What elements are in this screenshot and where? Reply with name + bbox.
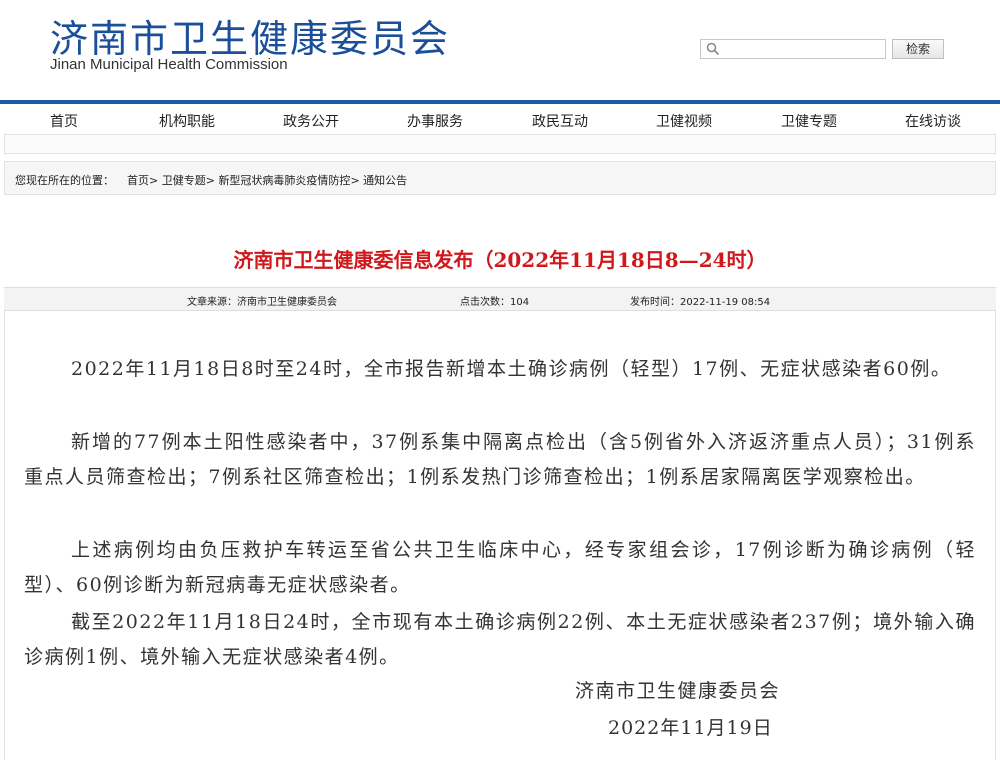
- article-time-value: 2022-11-19 08:54: [680, 297, 771, 308]
- main-nav: 首页 机构职能 政务公开 办事服务 政民互动 卫健视频 卫健专题 在线访谈: [0, 104, 1000, 134]
- sub-nav-bar: [4, 134, 996, 154]
- search-icon: [706, 42, 720, 56]
- article-time-label: 发布时间：: [630, 297, 680, 308]
- breadcrumb-item-notices[interactable]: 通知公告: [363, 174, 407, 187]
- breadcrumb-separator: >: [205, 174, 215, 187]
- breadcrumb-item-home[interactable]: 首页: [127, 174, 149, 187]
- nav-item-interaction[interactable]: 政民互动: [532, 111, 588, 131]
- article-time: 发布时间：2022-11-19 08:54: [630, 293, 770, 308]
- nav-item-functions[interactable]: 机构职能: [159, 111, 215, 131]
- breadcrumb-separator: >: [350, 174, 360, 187]
- search-input[interactable]: [700, 39, 886, 59]
- article-title: 济南市卫生健康委信息发布（2022年11月18日8—24时）: [233, 248, 767, 272]
- site-subtitle: Jinan Municipal Health Commission: [50, 56, 288, 73]
- nav-item-interviews[interactable]: 在线访谈: [905, 111, 961, 131]
- article-clicks-value: 104: [510, 297, 530, 308]
- signature-org: 济南市卫生健康委员会: [575, 680, 781, 702]
- article-clicks: 点击次数：104: [460, 293, 529, 308]
- article-source-label: 文章来源：: [187, 297, 237, 308]
- search-button[interactable]: 检索: [892, 39, 944, 59]
- site-header: 济南市卫生健康委员会 Jinan Municipal Health Commis…: [0, 0, 1000, 100]
- breadcrumb: 您现在所在的位置： 首页> 卫健专题> 新型冠状病毒肺炎疫情防控> 通知公告: [4, 161, 996, 195]
- site-title[interactable]: 济南市卫生健康委员会: [50, 8, 450, 63]
- article-paragraph: 上述病例均由负压救护车转运至省公共卫生临床中心，经专家组会诊，17例诊断为确诊病…: [24, 539, 976, 596]
- article-clicks-label: 点击次数：: [460, 297, 510, 308]
- article-paragraph: 新增的77例本土阳性感染者中，37例系集中隔离点检出（含5例省外入济返济重点人员…: [24, 431, 976, 488]
- article-paragraph: 2022年11月18日8时至24时，全市报告新增本土确诊病例（轻型）17例、无症…: [71, 358, 952, 380]
- nav-item-videos[interactable]: 卫健视频: [656, 111, 712, 131]
- nav-item-services[interactable]: 办事服务: [407, 111, 463, 131]
- article-source-value: 济南市卫生健康委员会: [237, 297, 337, 308]
- nav-item-home[interactable]: 首页: [50, 111, 78, 131]
- breadcrumb-item-topics[interactable]: 卫健专题: [162, 174, 206, 187]
- article-source: 文章来源：济南市卫生健康委员会: [187, 293, 337, 308]
- nav-item-gov-affairs[interactable]: 政务公开: [283, 111, 339, 131]
- signature-date: 2022年11月19日: [608, 717, 773, 739]
- breadcrumb-separator: >: [149, 174, 159, 187]
- article-paragraph: 截至2022年11月18日24时，全市现有本土确诊病例22例、本土无症状感染者2…: [24, 611, 976, 668]
- breadcrumb-prefix: 您现在所在的位置：: [15, 174, 114, 187]
- nav-item-topics[interactable]: 卫健专题: [781, 111, 837, 131]
- breadcrumb-item-covid[interactable]: 新型冠状病毒肺炎疫情防控: [218, 174, 350, 187]
- breadcrumb-trail: 您现在所在的位置： 首页> 卫健专题> 新型冠状病毒肺炎疫情防控> 通知公告: [15, 172, 407, 188]
- article-meta-bar: 文章来源：济南市卫生健康委员会 点击次数：104 发布时间：2022-11-19…: [4, 287, 996, 311]
